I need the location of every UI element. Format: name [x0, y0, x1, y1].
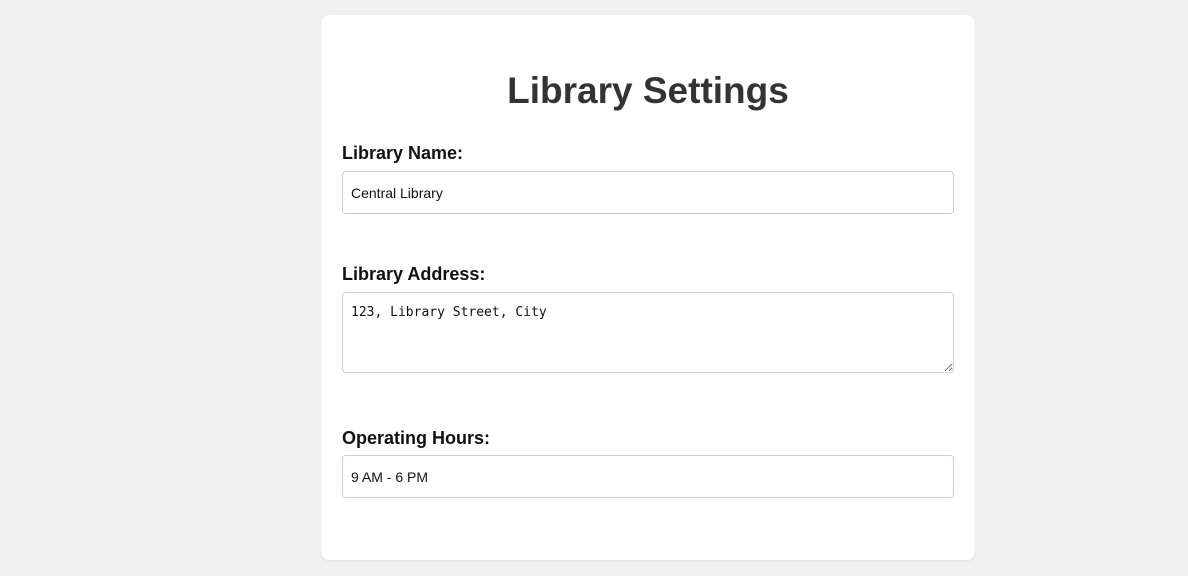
- library-address-label: Library Address:: [342, 264, 486, 284]
- operating-hours-input[interactable]: [342, 455, 954, 498]
- library-name-label: Library Name:: [342, 143, 464, 163]
- library-address-textarea[interactable]: 123, Library Street, City: [342, 292, 954, 373]
- page-title: Library Settings: [507, 70, 789, 111]
- operating-hours-label: Operating Hours:: [342, 428, 491, 448]
- settings-card: Library Settings Library Name: Library A…: [321, 15, 975, 560]
- library-name-input[interactable]: [342, 171, 954, 214]
